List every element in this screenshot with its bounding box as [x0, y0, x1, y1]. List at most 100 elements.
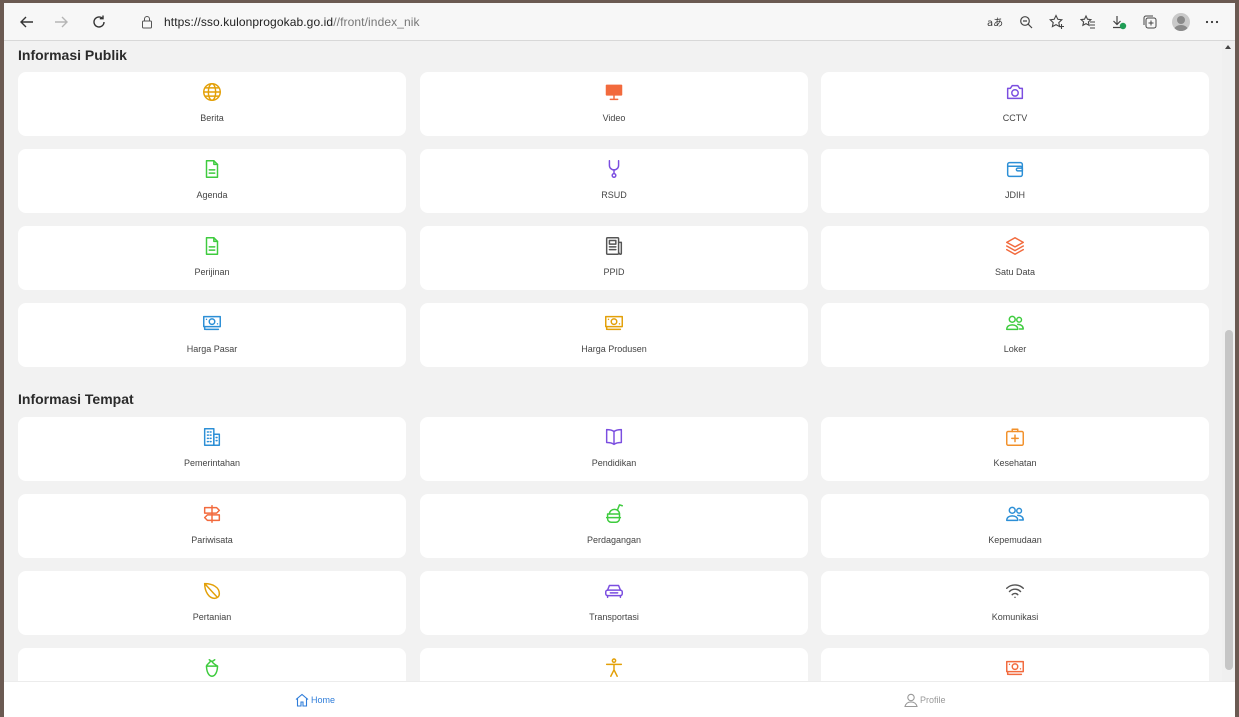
menu-card-agenda[interactable]: Agenda [18, 149, 406, 213]
section-title-informasi-tempat: Informasi Tempat [18, 391, 134, 407]
building-icon [200, 425, 224, 449]
menu-card-label: RSUD [601, 190, 627, 200]
stethoscope-icon [602, 157, 626, 181]
menu-card-pariwisata[interactable]: Pariwisata [18, 494, 406, 558]
menu-card-kesehatan[interactable]: Kesehatan [821, 417, 1209, 481]
car-icon [602, 579, 626, 603]
menu-card-ppid[interactable]: PPID [420, 226, 808, 290]
menu-card-label: Berita [200, 113, 224, 123]
money-icon [1003, 656, 1027, 680]
menu-card-label: Perijinan [194, 267, 230, 277]
document-icon [200, 157, 224, 181]
menu-card-label: Komunikasi [991, 612, 1039, 622]
favorites-icon[interactable] [1072, 7, 1103, 37]
scroll-up-arrow-icon[interactable] [1225, 45, 1231, 49]
menu-card-label: Pendidikan [591, 458, 637, 468]
wallet-icon [1003, 157, 1027, 181]
menu-card-label: Kepemudaan [988, 535, 1042, 545]
menu-card-video[interactable]: Video [420, 72, 808, 136]
back-icon[interactable] [12, 7, 42, 37]
nav-profile[interactable]: Profile [903, 692, 946, 708]
menu-card-rsud[interactable]: RSUD [420, 149, 808, 213]
favorite-add-icon[interactable] [1041, 7, 1072, 37]
downloads-icon[interactable] [1103, 7, 1134, 37]
menu-card-cctv[interactable]: CCTV [821, 72, 1209, 136]
wifi-icon [1003, 579, 1027, 603]
camera-icon [1003, 80, 1027, 104]
menu-card-label: Agenda [196, 190, 228, 200]
money-icon [602, 311, 626, 335]
menu-card-accessibility[interactable] [420, 648, 808, 681]
signpost-icon [200, 502, 224, 526]
more-icon[interactable] [1196, 7, 1227, 37]
menu-card-plant[interactable] [18, 648, 406, 681]
menu-card-label: Pemerintahan [183, 458, 241, 468]
browser-window: https://sso.kulonprogokab.go.id//front/i… [4, 3, 1235, 717]
menu-card-label: Perdagangan [586, 535, 642, 545]
menu-card-label: Transportasi [589, 612, 639, 622]
menu-card-jdih[interactable]: JDIH [821, 149, 1209, 213]
layers-icon [1003, 234, 1027, 258]
menu-card-label: Video [602, 113, 626, 123]
nav-profile-label: Profile [920, 695, 946, 705]
read-aloud-icon[interactable]: aあ [979, 7, 1010, 37]
refresh-icon[interactable] [84, 7, 114, 37]
menu-card-label: Pariwisata [191, 535, 233, 545]
menu-card-transportasi[interactable]: Transportasi [420, 571, 808, 635]
leaf-icon [200, 579, 224, 603]
zoom-icon[interactable] [1010, 7, 1041, 37]
scrollbar[interactable] [1222, 41, 1235, 681]
url-host: https://sso.kulonprogokab.go.id [164, 15, 334, 29]
home-icon [295, 693, 309, 707]
menu-card-label: Harga Produsen [581, 344, 647, 354]
menu-card-label: Kesehatan [993, 458, 1037, 468]
browser-toolbar: https://sso.kulonprogokab.go.id//front/i… [4, 3, 1235, 41]
nav-home[interactable]: Home [294, 692, 335, 708]
people-icon [1003, 502, 1027, 526]
menu-card-label: Harga Pasar [186, 344, 238, 354]
newspaper-icon [602, 234, 626, 258]
menu-card-money[interactable] [821, 648, 1209, 681]
nav-home-label: Home [311, 695, 336, 705]
food-icon [602, 502, 626, 526]
page-content: Informasi Publik Berita Video CCTV Agenda RS… [4, 41, 1222, 681]
menu-card-label: Loker [1003, 344, 1027, 354]
menu-card-pendidikan[interactable]: Pendidikan [420, 417, 808, 481]
menu-card-harga-produsen[interactable]: Harga Produsen [420, 303, 808, 367]
menu-card-perdagangan[interactable]: Perdagangan [420, 494, 808, 558]
first-aid-icon [1003, 425, 1027, 449]
menu-card-komunikasi[interactable]: Komunikasi [821, 571, 1209, 635]
profile-avatar-icon[interactable] [1165, 7, 1196, 37]
accessibility-icon [602, 656, 626, 680]
book-icon [602, 425, 626, 449]
menu-card-pemerintahan[interactable]: Pemerintahan [18, 417, 406, 481]
document-icon [200, 234, 224, 258]
lock-icon[interactable] [140, 15, 154, 29]
svg-text:aあ: aあ [987, 17, 1003, 29]
menu-card-pertanian[interactable]: Pertanian [18, 571, 406, 635]
money-icon [200, 311, 224, 335]
menu-card-label: PPID [603, 267, 625, 277]
bottom-nav: Home Profile [4, 681, 1235, 717]
menu-card-label: Satu Data [994, 267, 1036, 277]
scroll-thumb[interactable] [1225, 330, 1233, 670]
people-icon [1003, 311, 1027, 335]
menu-card-satu-data[interactable]: Satu Data [821, 226, 1209, 290]
user-icon [904, 693, 918, 708]
menu-card-label: CCTV [1002, 113, 1028, 123]
collections-icon[interactable] [1134, 7, 1165, 37]
section-title-informasi-publik: Informasi Publik [18, 47, 127, 63]
menu-card-loker[interactable]: Loker [821, 303, 1209, 367]
globe-icon [200, 80, 224, 104]
forward-icon[interactable] [46, 7, 76, 37]
monitor-icon [602, 80, 626, 104]
address-bar[interactable]: https://sso.kulonprogokab.go.id//front/i… [126, 8, 934, 36]
menu-card-label: JDIH [1005, 190, 1025, 200]
menu-card-kepemudaan[interactable]: Kepemudaan [821, 494, 1209, 558]
menu-card-harga-pasar[interactable]: Harga Pasar [18, 303, 406, 367]
url-path: //front/index_nik [333, 15, 420, 29]
address-url[interactable]: https://sso.kulonprogokab.go.id//front/i… [164, 15, 420, 29]
menu-card-perijinan[interactable]: Perijinan [18, 226, 406, 290]
plant-icon [200, 656, 224, 680]
menu-card-berita[interactable]: Berita [18, 72, 406, 136]
